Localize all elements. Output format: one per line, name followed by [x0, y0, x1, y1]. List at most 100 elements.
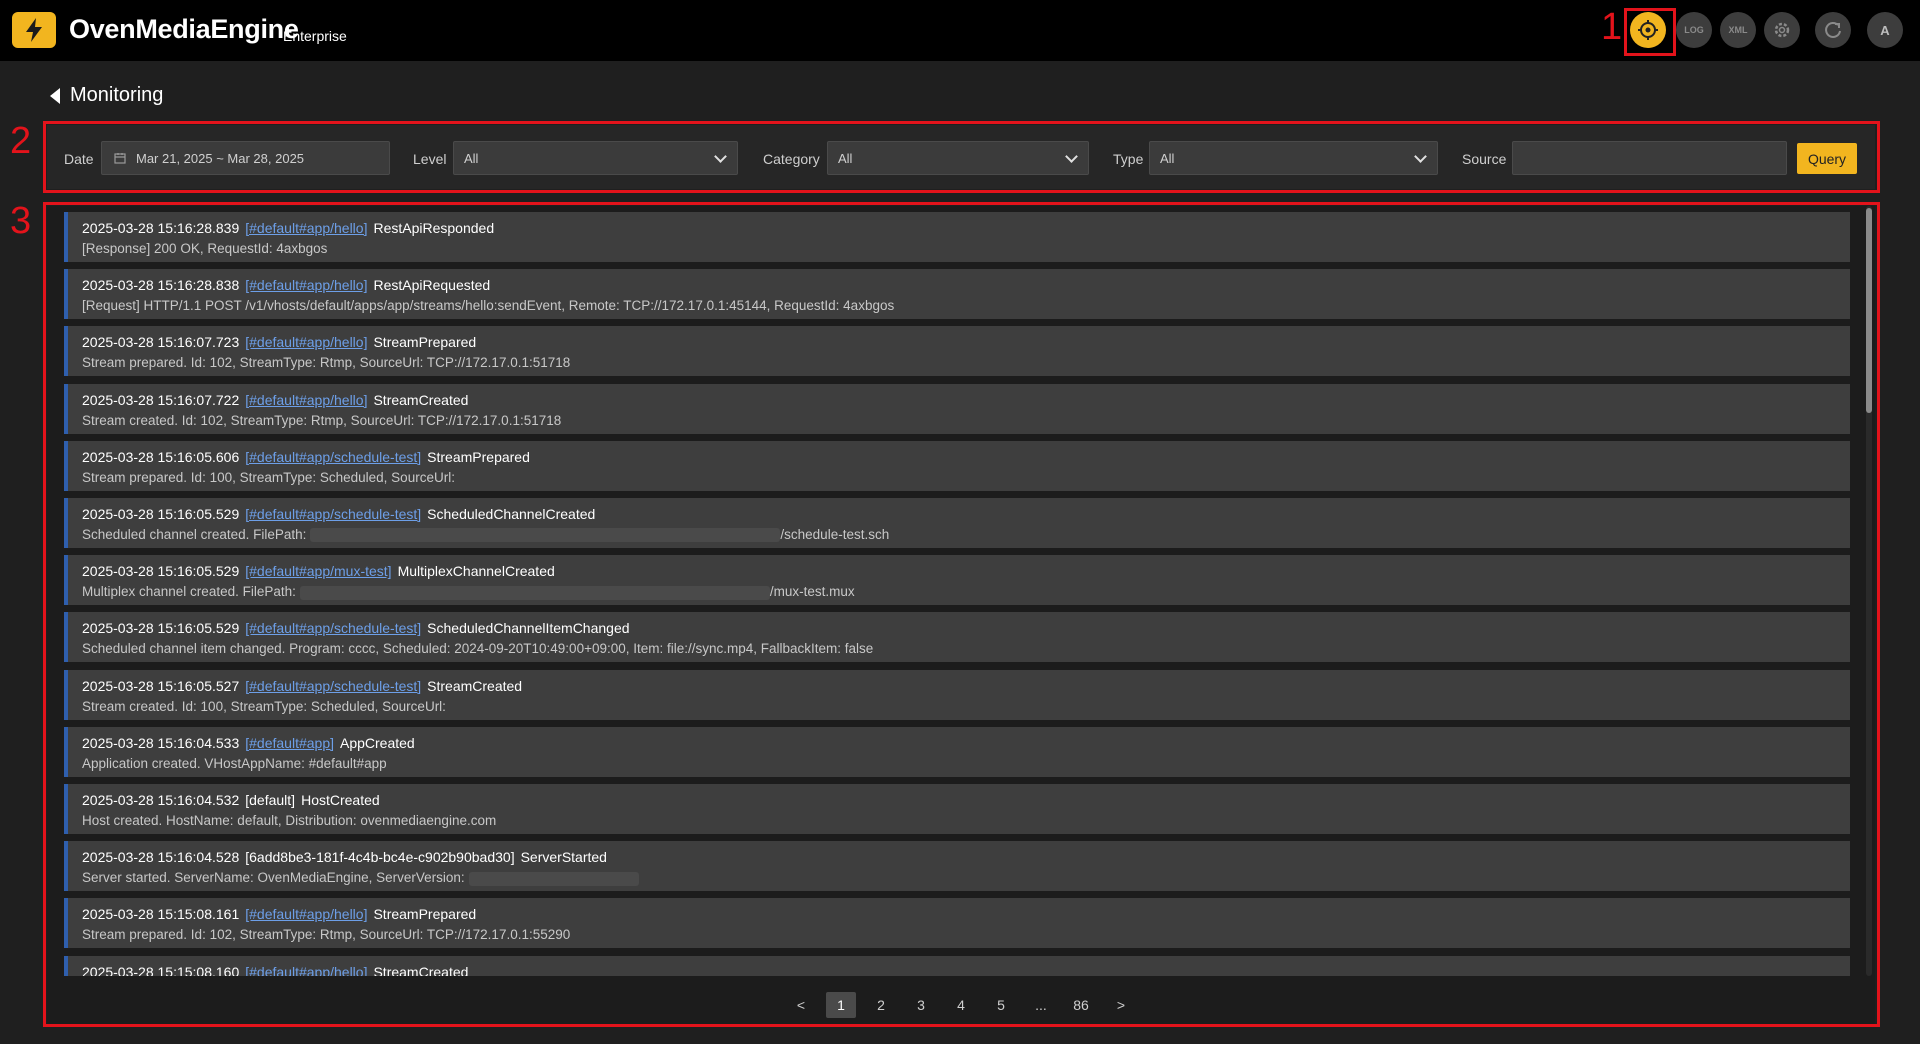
- log-header-line: 2025-03-28 15:16:28.838 [#default#app/hel…: [82, 277, 1836, 293]
- log-event-type: ServerStarted: [520, 849, 607, 866]
- page-button-86[interactable]: 86: [1066, 992, 1096, 1018]
- log-detail-text: Application created. VHostAppName: #defa…: [82, 755, 387, 771]
- page-button-3[interactable]: 3: [906, 992, 936, 1018]
- scrollbar-thumb[interactable]: [1866, 208, 1872, 413]
- log-entry: 2025-03-28 15:15:08.161 [#default#app/hel…: [64, 898, 1850, 949]
- log-detail: [Request] HTTP/1.1 POST /v1/vhosts/defau…: [82, 298, 1836, 313]
- log-detail-text: Stream prepared. Id: 102, StreamType: Rt…: [82, 355, 571, 371]
- next-page-button[interactable]: >: [1106, 992, 1136, 1018]
- lightning-logo-icon: [12, 12, 56, 48]
- log-source[interactable]: [#default#app/hello]: [245, 964, 367, 976]
- page-button-4[interactable]: 4: [946, 992, 976, 1018]
- chevron-down-icon: [1065, 150, 1078, 163]
- log-header-line: 2025-03-28 15:16:05.606 [#default#app/sch…: [82, 449, 1836, 465]
- page-button-2[interactable]: 2: [866, 992, 896, 1018]
- log-entry: 2025-03-28 15:16:04.528 [6add8be3-181f-4c…: [64, 841, 1850, 892]
- redacted-value: [310, 528, 781, 543]
- log-source[interactable]: [#default#app]: [245, 735, 334, 751]
- log-detail: Host created. HostName: default, Distrib…: [82, 813, 1836, 828]
- log-detail: Multiplex channel created. FilePath: /mux…: [82, 584, 1836, 600]
- log-source[interactable]: [#default#app/hello]: [245, 277, 367, 293]
- category-select[interactable]: All: [827, 141, 1089, 175]
- log-entry: 2025-03-28 15:16:05.529 [#default#app/sch…: [64, 498, 1850, 548]
- log-event-type: AppCreated: [340, 734, 415, 751]
- account-avatar[interactable]: A: [1867, 12, 1903, 48]
- xml-icon[interactable]: XML: [1720, 12, 1756, 48]
- log-timestamp: 2025-03-28 15:16:28.838: [82, 277, 240, 294]
- type-value: All: [1160, 150, 1175, 166]
- log-detail: Stream prepared. Id: 102, StreamType: Rt…: [82, 355, 1836, 370]
- avatar-letter: A: [1880, 22, 1890, 38]
- level-select[interactable]: All: [453, 141, 738, 175]
- log-detail: Stream created. Id: 102, StreamType: Rtm…: [82, 413, 1836, 428]
- type-select[interactable]: All: [1149, 141, 1438, 175]
- restart-icon[interactable]: [1815, 12, 1851, 48]
- log-detail-text: Stream created. Id: 100, StreamType: Sch…: [82, 698, 446, 714]
- log-timestamp: 2025-03-28 15:16:07.723: [82, 334, 240, 351]
- page-ellipsis[interactable]: ...: [1026, 992, 1056, 1018]
- log-header-line: 2025-03-28 15:15:08.161 [#default#app/hel…: [82, 906, 1836, 922]
- log-header-line: 2025-03-28 15:16:04.532 [default] HostCrea…: [82, 792, 1836, 808]
- log-source: [default]: [245, 792, 296, 808]
- back-arrow-icon[interactable]: [50, 87, 60, 104]
- page-button-1[interactable]: 1: [826, 992, 856, 1018]
- log-event-type: StreamPrepared: [373, 906, 477, 923]
- log-source[interactable]: [#default#app/hello]: [245, 220, 367, 236]
- date-range-picker[interactable]: Mar 21, 2025 ~ Mar 28, 2025: [101, 141, 390, 175]
- category-value: All: [838, 150, 853, 166]
- log-detail-text: [Response] 200 OK, RequestId: 4axbgos: [82, 241, 328, 256]
- log-source[interactable]: [#default#app/schedule-test]: [245, 506, 421, 522]
- date-label: Date: [64, 151, 94, 167]
- log-detail-suffix: /schedule-test.sch: [780, 527, 890, 542]
- chevron-down-icon: [1414, 150, 1427, 163]
- log-source[interactable]: [#default#app/schedule-test]: [245, 620, 421, 636]
- log-entry: 2025-03-28 15:16:05.606 [#default#app/sch…: [64, 440, 1850, 491]
- log-timestamp: 2025-03-28 15:16:05.529: [82, 563, 240, 580]
- log-source[interactable]: [#default#app/hello]: [245, 334, 367, 350]
- log-source[interactable]: [#default#app/mux-test]: [245, 563, 391, 579]
- log-list[interactable]: 2025-03-28 15:16:28.839 [#default#app/hel…: [64, 206, 1850, 976]
- settings-icon[interactable]: [1764, 12, 1800, 48]
- log-header-line: 2025-03-28 15:16:28.839 [#default#app/hel…: [82, 220, 1836, 236]
- type-label: Type: [1113, 151, 1144, 167]
- prev-page-button[interactable]: <: [786, 992, 816, 1018]
- log-event-type: StreamCreated: [427, 677, 523, 694]
- log-list-panel: 2025-03-28 15:16:28.839 [#default#app/hel…: [47, 206, 1875, 1024]
- log-event-type: ScheduledChannelItemChanged: [427, 620, 630, 637]
- log-source[interactable]: [#default#app/hello]: [245, 392, 367, 408]
- xml-icon-label: XML: [1728, 25, 1748, 35]
- log-detail-text: Scheduled channel created. FilePath:: [82, 527, 307, 542]
- brand-name: OvenMediaEngine: [69, 14, 299, 44]
- log-icon[interactable]: LOG: [1676, 12, 1712, 48]
- log-detail: Server started. ServerName: OvenMediaEng…: [82, 870, 1836, 886]
- category-label: Category: [763, 151, 820, 167]
- date-range-value: Mar 21, 2025 ~ Mar 28, 2025: [136, 150, 305, 166]
- log-header-line: 2025-03-28 15:16:05.529 [#default#app/sch…: [82, 620, 1836, 636]
- log-source[interactable]: [#default#app/hello]: [245, 906, 367, 922]
- log-detail: Stream prepared. Id: 100, StreamType: Sc…: [82, 470, 1836, 485]
- log-entry: 2025-03-28 15:16:05.529 [#default#app/sch…: [64, 612, 1850, 663]
- redacted-value: [299, 585, 770, 600]
- level-label: Level: [413, 151, 447, 167]
- log-source[interactable]: [#default#app/schedule-test]: [245, 449, 421, 465]
- log-detail-suffix: /mux-test.mux: [769, 584, 855, 600]
- log-timestamp: 2025-03-28 15:16:07.722: [82, 391, 240, 408]
- page-title[interactable]: Monitoring: [50, 84, 163, 107]
- log-header-line: 2025-03-28 15:15:08.160 [#default#app/hel…: [82, 964, 1836, 976]
- source-label: Source: [1462, 151, 1507, 167]
- log-detail-text: Stream prepared. Id: 100, StreamType: Sc…: [82, 469, 455, 485]
- log-timestamp: 2025-03-28 15:16:05.529: [82, 506, 240, 522]
- query-button[interactable]: Query: [1797, 143, 1857, 174]
- log-detail-text: Stream prepared. Id: 102, StreamType: Rt…: [82, 927, 571, 943]
- log-timestamp: 2025-03-28 15:16:05.606: [82, 448, 240, 465]
- page-button-5[interactable]: 5: [986, 992, 1016, 1018]
- level-value: All: [464, 150, 479, 166]
- log-source[interactable]: [#default#app/schedule-test]: [245, 678, 421, 694]
- log-event-type: MultiplexChannelCreated: [397, 563, 555, 580]
- log-detail: Scheduled channel item changed. Program:…: [82, 641, 1836, 656]
- log-scrollbar[interactable]: [1866, 206, 1872, 976]
- log-timestamp: 2025-03-28 15:16:05.529: [82, 620, 240, 637]
- source-input[interactable]: [1512, 141, 1787, 175]
- log-header-line: 2025-03-28 15:16:07.722 [#default#app/hel…: [82, 392, 1836, 408]
- log-detail-text: Server started. ServerName: OvenMediaEng…: [82, 870, 465, 886]
